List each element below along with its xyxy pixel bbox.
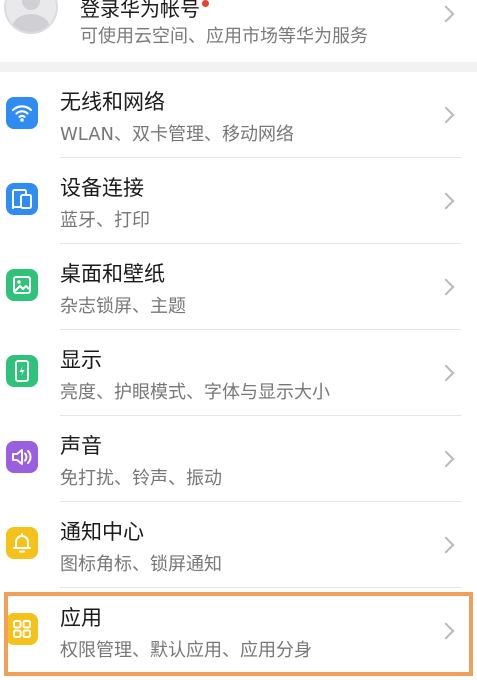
settings-item-title: 无线和网络 (60, 90, 165, 114)
notification-dot (202, 0, 209, 7)
settings-screen: 登录华为帐号 可使用云空间、应用市场等华为服务 无线和网络 WLAN、双卡管理、… (0, 0, 477, 680)
settings-item-title: 通知中心 (60, 520, 144, 544)
settings-item-apps[interactable]: 应用 权限管理、默认应用、应用分身 (0, 588, 477, 674)
settings-item-subtitle: 亮度、护眼模式、字体与显示大小 (60, 382, 330, 403)
sound-icon (6, 441, 38, 473)
wallpaper-icon (6, 269, 38, 301)
account-title-text: 登录华为帐号 (80, 0, 200, 21)
chevron-right-icon (437, 536, 455, 554)
device-connection-icon (6, 183, 38, 215)
notification-bell-icon (6, 527, 38, 559)
chevron-right-icon (437, 450, 455, 468)
settings-item-wireless-networks[interactable]: 无线和网络 WLAN、双卡管理、移动网络 (0, 72, 477, 158)
apps-icon (6, 613, 38, 645)
account-subtitle: 可使用云空间、应用市场等华为服务 (80, 26, 368, 47)
settings-item-title: 显示 (60, 348, 102, 372)
chevron-right-icon (437, 192, 455, 210)
settings-item-device-connection[interactable]: 设备连接 蓝牙、打印 (0, 158, 477, 244)
settings-item-home-wallpaper[interactable]: 桌面和壁纸 杂志锁屏、主题 (0, 244, 477, 330)
settings-item-subtitle: 杂志锁屏、主题 (60, 296, 186, 317)
avatar (4, 0, 58, 34)
settings-item-title: 声音 (60, 434, 102, 458)
settings-item-subtitle: 免打扰、铃声、振动 (60, 468, 222, 489)
avatar-body-shape (12, 14, 50, 32)
settings-item-display[interactable]: 显示 亮度、护眼模式、字体与显示大小 (0, 330, 477, 416)
settings-list: 无线和网络 WLAN、双卡管理、移动网络 设备连接 蓝牙、打印 桌面和壁纸 杂志… (0, 72, 477, 680)
settings-item-subtitle: 权限管理、默认应用、应用分身 (60, 640, 312, 661)
chevron-right-icon (437, 106, 455, 124)
settings-item-title: 桌面和壁纸 (60, 262, 165, 286)
settings-item-title: 应用 (60, 606, 102, 630)
wifi-icon (6, 97, 38, 129)
settings-item-subtitle: 图标角标、锁屏通知 (60, 554, 222, 575)
settings-item-title: 设备连接 (60, 176, 144, 200)
account-title: 登录华为帐号 (80, 0, 209, 22)
settings-item-notification-center[interactable]: 通知中心 图标角标、锁屏通知 (0, 502, 477, 588)
avatar-head-shape (22, 0, 40, 10)
settings-item-subtitle: WLAN、双卡管理、移动网络 (60, 124, 295, 145)
chevron-right-icon (437, 622, 455, 640)
chevron-right-icon (437, 278, 455, 296)
display-icon (6, 355, 38, 387)
chevron-right-icon (437, 5, 455, 23)
chevron-right-icon (437, 364, 455, 382)
huawei-account-card[interactable]: 登录华为帐号 可使用云空间、应用市场等华为服务 (0, 0, 477, 62)
settings-item-subtitle: 蓝牙、打印 (60, 210, 150, 231)
settings-item-sound[interactable]: 声音 免打扰、铃声、振动 (0, 416, 477, 502)
